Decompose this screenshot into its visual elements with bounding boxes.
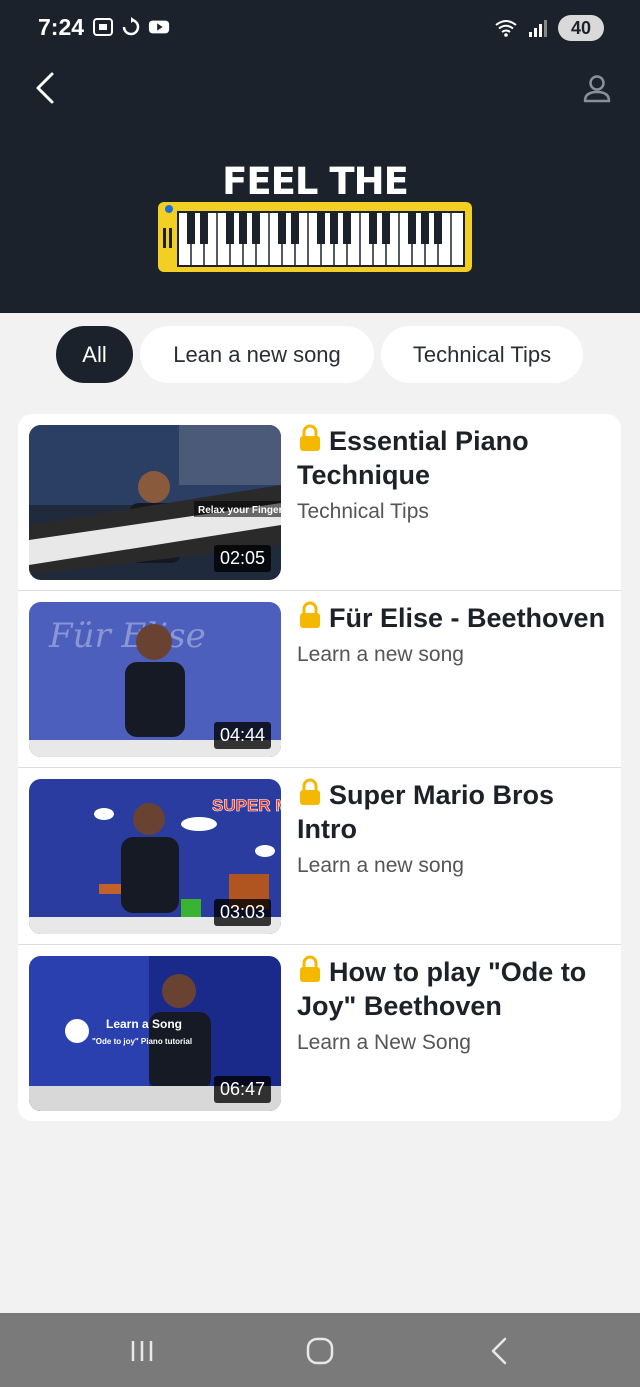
recent-apps-icon[interactable] bbox=[122, 1333, 162, 1369]
video-title: Für Elise - Beethoven bbox=[297, 601, 607, 635]
video-title: How to play "Ode to Joy" Beethoven bbox=[297, 955, 607, 1023]
status-bar: 7:24 40 bbox=[0, 0, 640, 58]
video-info: How to play "Ode to Joy" Beethoven Learn… bbox=[297, 955, 607, 1055]
video-info: Essential Piano Technique Technical Tips bbox=[297, 424, 607, 524]
video-duration: 02:05 bbox=[213, 545, 271, 572]
notification-icons bbox=[92, 16, 170, 38]
video-item[interactable]: Learn a Song "Ode to joy" Piano tutorial… bbox=[18, 945, 621, 1121]
home-icon[interactable] bbox=[300, 1333, 340, 1369]
lock-icon bbox=[300, 955, 320, 982]
filter-chip-technical-tips[interactable]: Technical Tips bbox=[381, 326, 583, 383]
video-category: Learn a New Song bbox=[297, 1031, 471, 1054]
video-title: Essential Piano Technique bbox=[297, 424, 607, 492]
video-title-text: Essential Piano Technique bbox=[297, 426, 529, 490]
filter-chip-all[interactable]: All bbox=[56, 326, 133, 383]
video-title-text: Für Elise - Beethoven bbox=[329, 603, 606, 633]
video-thumbnail[interactable]: Relax your Finger 02:05 bbox=[29, 425, 281, 580]
video-title: Super Mario Bros Intro bbox=[297, 778, 607, 846]
app-logo: FEEL THE MUSIC! bbox=[158, 160, 472, 278]
lock-icon bbox=[300, 601, 320, 628]
video-duration: 03:03 bbox=[213, 899, 271, 926]
video-info: Für Elise - Beethoven Learn a new song bbox=[297, 601, 607, 667]
video-title-text: How to play "Ode to Joy" Beethoven bbox=[297, 957, 587, 1021]
sync-icon bbox=[122, 17, 140, 36]
wifi-icon bbox=[495, 20, 517, 37]
system-nav-bar bbox=[0, 1313, 640, 1387]
lock-icon bbox=[300, 424, 320, 451]
thumbnail-caption: Für Elise bbox=[48, 616, 206, 656]
app-header: 7:24 40 FEEL THE MUSIC! bbox=[0, 0, 640, 313]
video-duration: 06:47 bbox=[213, 1076, 271, 1103]
video-thumbnail[interactable]: Für Elise 04:44 bbox=[29, 602, 281, 757]
video-category: Learn a new song bbox=[297, 643, 464, 666]
video-duration: 04:44 bbox=[213, 722, 271, 749]
signal-icon bbox=[529, 20, 547, 37]
thumbnail-subcaption: "Ode to joy" Piano tutorial bbox=[92, 1037, 192, 1046]
keyboard-icon bbox=[158, 202, 472, 272]
video-item[interactable]: SUPER MARIO 03:03 Super Mario Bros Intro… bbox=[18, 768, 621, 945]
filter-chip-learn-new-song[interactable]: Lean a new song bbox=[140, 326, 374, 383]
video-item[interactable]: Für Elise 04:44 Für Elise - Beethoven Le… bbox=[18, 591, 621, 768]
video-title-text: Super Mario Bros Intro bbox=[297, 780, 555, 844]
video-thumbnail[interactable]: Learn a Song "Ode to joy" Piano tutorial… bbox=[29, 956, 281, 1111]
video-item[interactable]: Relax your Finger 02:05 Essential Piano … bbox=[18, 414, 621, 591]
thumbnail-caption: SUPER MARIO bbox=[212, 796, 281, 815]
filter-chips: All Lean a new song Technical Tips bbox=[56, 326, 583, 383]
youtube-icon bbox=[148, 20, 170, 34]
battery-indicator: 40 bbox=[558, 15, 604, 41]
video-info: Super Mario Bros Intro Learn a new song bbox=[297, 778, 607, 878]
video-category: Technical Tips bbox=[297, 500, 429, 523]
back-button[interactable] bbox=[28, 68, 68, 108]
thumbnail-caption: Learn a Song bbox=[106, 1017, 182, 1031]
screenshot-icon bbox=[93, 18, 113, 36]
profile-icon[interactable] bbox=[580, 72, 614, 106]
lock-icon bbox=[300, 778, 320, 805]
status-right: 40 bbox=[494, 15, 604, 41]
status-time: 7:24 bbox=[38, 14, 85, 40]
video-list: Relax your Finger 02:05 Essential Piano … bbox=[18, 414, 621, 1121]
video-thumbnail[interactable]: SUPER MARIO 03:03 bbox=[29, 779, 281, 934]
thumbnail-caption: Relax your Finger bbox=[198, 505, 281, 516]
nav-back-icon[interactable] bbox=[480, 1333, 520, 1369]
video-category: Learn a new song bbox=[297, 854, 464, 877]
